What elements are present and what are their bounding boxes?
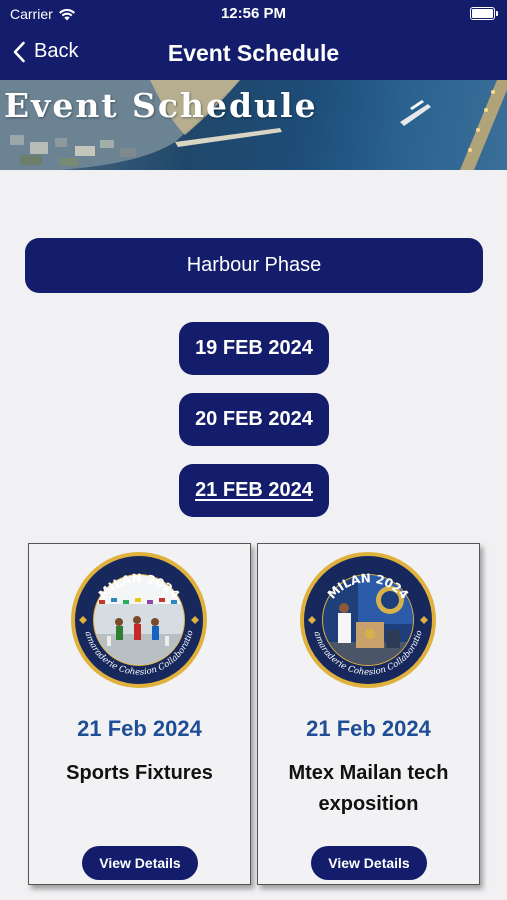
date-label: 19 FEB 2024 <box>195 337 313 359</box>
event-title: Mtex Mailan tech exposition <box>288 762 449 815</box>
phase-button[interactable]: Harbour Phase <box>25 238 483 293</box>
view-details-label: View Details <box>328 855 410 871</box>
date-label: 20 FEB 2024 <box>195 408 313 430</box>
event-card[interactable]: MILAN 2024 Camaraderie Cohesion Collabor… <box>28 543 251 885</box>
event-title: Sports Fixtures <box>66 762 213 784</box>
event-date: 21 Feb 2024 <box>77 716 202 741</box>
banner-title: Event Schedule <box>4 86 318 125</box>
view-details-label: View Details <box>99 855 181 871</box>
date-button-21-feb[interactable]: 21 FEB 2024 <box>179 464 329 517</box>
back-label: Back <box>34 40 79 62</box>
phase-label: Harbour Phase <box>186 254 322 276</box>
view-details-button[interactable]: View Details <box>311 846 427 880</box>
status-bar: Carrier 12:56 PM <box>0 0 507 28</box>
chevron-left-icon <box>13 41 25 62</box>
navigation-bar: Back Event Schedule <box>0 28 507 80</box>
date-label: 21 FEB 2024 <box>195 479 313 501</box>
status-time: 12:56 PM <box>220 5 287 22</box>
header-banner: Event Schedule <box>0 80 507 170</box>
date-button-20-feb[interactable]: 20 FEB 2024 <box>179 393 329 446</box>
date-button-19-feb[interactable]: 19 FEB 2024 <box>179 322 329 375</box>
milan-2024-logo: MILAN 2024 Camaraderie Cohesion Collabor… <box>298 550 436 688</box>
back-button[interactable]: Back <box>12 40 78 63</box>
battery-icon <box>470 7 498 20</box>
view-details-button[interactable]: View Details <box>82 846 198 880</box>
event-card[interactable]: MILAN 2024 Camaraderie Cohesion Collabor… <box>257 543 480 885</box>
milan-2024-logo: MILAN 2024 Camaraderie Cohesion Collabor… <box>69 550 207 688</box>
event-date: 21 Feb 2024 <box>306 716 431 741</box>
